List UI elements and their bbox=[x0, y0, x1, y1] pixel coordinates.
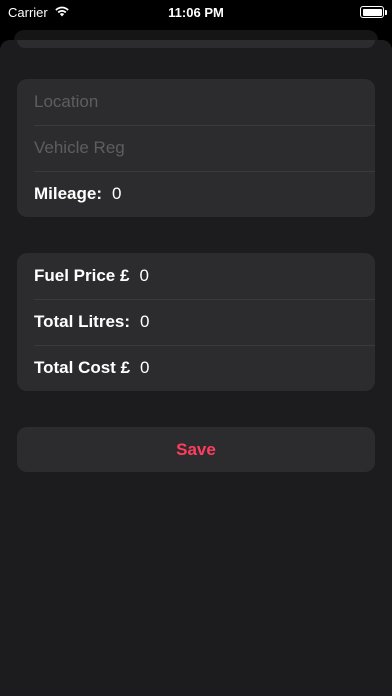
fuel-details-group: Fuel Price £ 0 Total Litres: 0 Total Cos… bbox=[17, 253, 375, 391]
mileage-value[interactable]: 0 bbox=[112, 184, 121, 204]
vehicle-details-group: Location Vehicle Reg Mileage: 0 bbox=[17, 79, 375, 217]
vehicle-reg-placeholder: Vehicle Reg bbox=[34, 138, 125, 157]
status-time: 11:06 PM bbox=[168, 4, 224, 20]
status-bar: Carrier 11:06 PM bbox=[0, 0, 392, 24]
fuel-price-value[interactable]: 0 bbox=[139, 266, 148, 286]
total-litres-field[interactable]: Total Litres: 0 bbox=[17, 299, 375, 345]
save-button[interactable]: Save bbox=[17, 427, 375, 472]
fuel-price-field[interactable]: Fuel Price £ 0 bbox=[17, 253, 375, 299]
location-field[interactable]: Location bbox=[17, 79, 375, 125]
sheet-top-strip bbox=[17, 40, 375, 48]
total-cost-value[interactable]: 0 bbox=[140, 358, 149, 378]
total-litres-label: Total Litres: bbox=[34, 312, 131, 331]
mileage-label: Mileage: bbox=[34, 184, 103, 203]
mileage-field[interactable]: Mileage: 0 bbox=[17, 171, 375, 217]
fuel-price-label: Fuel Price £ bbox=[34, 266, 130, 285]
battery-icon bbox=[360, 6, 387, 18]
total-litres-value[interactable]: 0 bbox=[140, 312, 149, 332]
total-cost-label: Total Cost £ bbox=[34, 358, 131, 377]
vehicle-reg-field[interactable]: Vehicle Reg bbox=[17, 125, 375, 171]
location-placeholder: Location bbox=[34, 92, 99, 111]
total-cost-field[interactable]: Total Cost £ 0 bbox=[17, 345, 375, 391]
